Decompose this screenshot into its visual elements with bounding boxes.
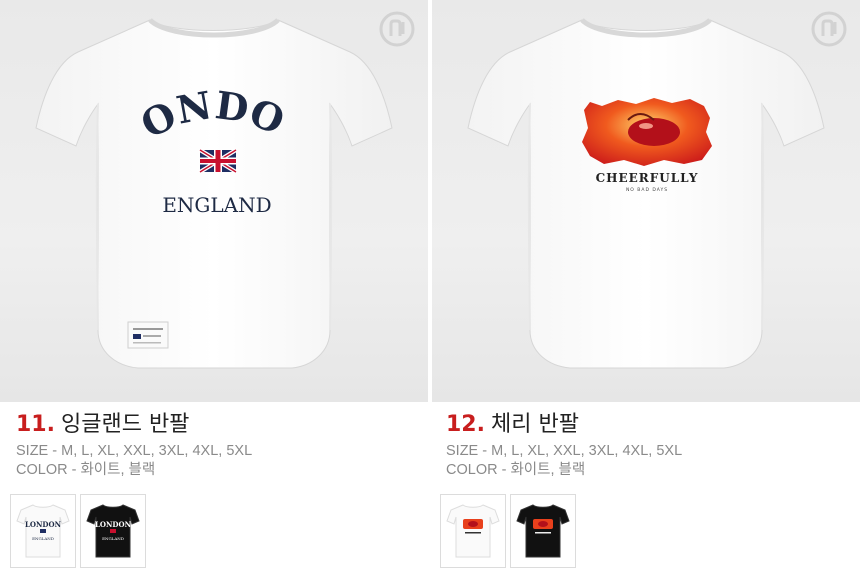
union-jack-icon [198,148,238,174]
print-sub-text: ENGLAND [162,193,271,217]
thumb-print-sub: ENGLAND [102,536,124,541]
thumb-cherry-black[interactable] [510,494,576,568]
product-sizes: SIZE - M, L, XL, XXL, 3XL, 4XL, 5XL [16,443,253,459]
product-number: 12. [446,412,485,437]
print-sub-text: NO BAD DAYS [626,187,668,193]
product-title[interactable]: 11. 잉글랜드 반팔 [16,408,252,442]
product-name: 잉글랜드 반팔 [60,412,190,437]
product-image-panel-cherry[interactable]: CHEERFULLY NO BAD DAYS [432,0,860,402]
product-caption-cherry: 12. 체리 반팔 SIZE - M, L, XL, XXL, 3XL, 4XL,… [446,408,682,480]
tshirt-white-image: CHEERFULLY NO BAD DAYS [467,18,825,369]
brand-logo-icon [379,11,415,47]
thumb-print-text: LONDON [95,520,132,529]
product-title[interactable]: 12. 체리 반팔 [446,408,682,442]
product-name: 체리 반팔 [490,412,579,437]
product-colors: COLOR - 화이트, 블랙 [16,462,156,478]
cherry-splash-print [582,98,712,166]
thumb-print-text: LONDON [25,520,62,529]
thumb-print-sub: ENGLAND [32,536,54,541]
thumb-england-black[interactable]: LONDON ENGLAND [80,494,146,568]
product-number: 11. [16,412,55,437]
thumb-cherry-white[interactable] [440,494,506,568]
product-sizes: SIZE - M, L, XL, XXL, 3XL, 4XL, 5XL [446,443,683,459]
woven-label [127,321,169,349]
print-main-text: CHEERFULLY [596,171,699,185]
product-caption-england: 11. 잉글랜드 반팔 SIZE - M, L, XL, XXL, 3XL, 4X… [16,408,252,480]
product-colors: COLOR - 화이트, 블랙 [446,462,586,478]
thumb-england-white[interactable]: LONDON ENGLAND [10,494,76,568]
tshirt-white-image: LONDON ENGLAND [0,0,393,369]
product-image-panel-england[interactable]: LONDON ENGLAND [0,0,428,402]
brand-logo-icon [811,11,847,47]
